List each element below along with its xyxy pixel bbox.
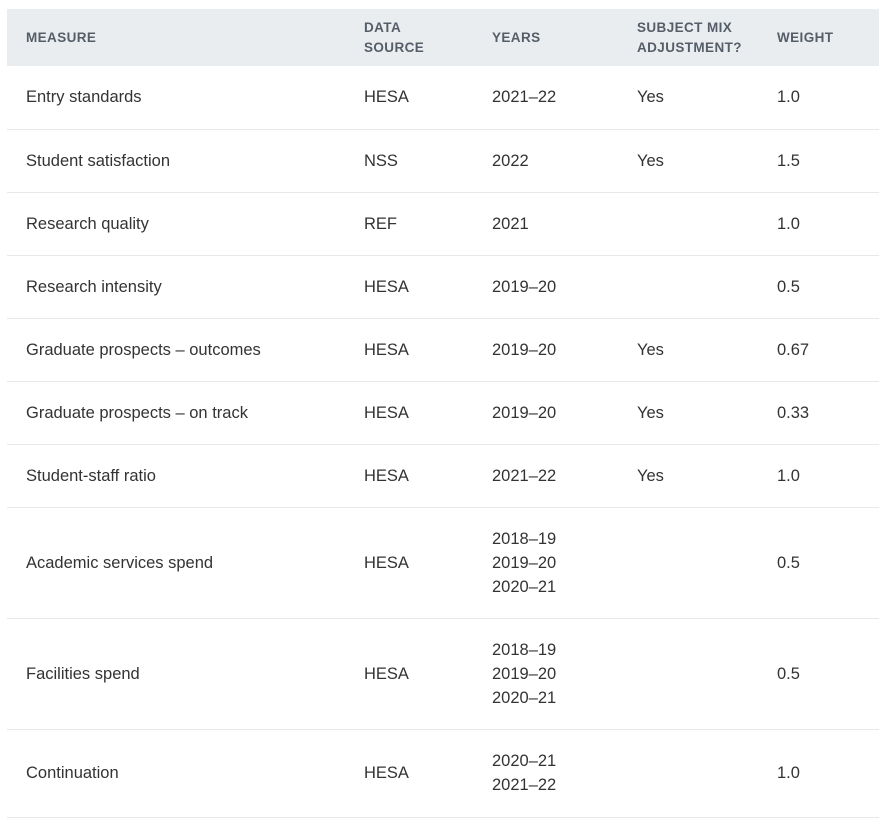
cell-weight: 0.5 (777, 553, 800, 572)
cell-weight: 0.5 (777, 664, 800, 683)
cell-adjustment: Yes (637, 88, 664, 107)
cell-weight: 0.67 (777, 340, 810, 359)
cell-years: 2022 (473, 129, 618, 192)
year-item: 2019–20 (492, 340, 557, 359)
cell-adjustment (618, 255, 758, 318)
cell-years: 2021–22 (473, 444, 618, 507)
cell-years: 2020–21 2021–22 (473, 729, 618, 817)
cell-years: 2021–22 (473, 66, 618, 129)
header-data-source-line1: DATA (364, 19, 402, 35)
cell-adjustment (618, 618, 758, 729)
year-item: 2021 (492, 214, 529, 233)
cell-measure: Facilities spend (26, 664, 140, 683)
cell-weight: 0.5 (777, 277, 800, 296)
cell-years: 2019–20 (473, 381, 618, 444)
table-row: Student-staff ratio HESA 2021–22 Yes 1.0 (7, 444, 879, 507)
cell-adjustment (618, 729, 758, 817)
cell-adjustment: Yes (637, 340, 664, 359)
table-header-row: MEASURE DATA SOURCE YEARS SUBJECT MIX AD… (7, 9, 879, 66)
cell-measure: Student satisfaction (26, 151, 171, 170)
cell-years: 2019–20 (473, 318, 618, 381)
cell-source: HESA (364, 340, 409, 359)
cell-source: HESA (364, 403, 409, 422)
cell-years: 2018–19 2019–20 2020–21 (473, 618, 618, 729)
cell-source: NSS (364, 151, 398, 170)
cell-adjustment: Yes (637, 466, 664, 485)
cell-years: 2018–19 2019–20 2020–21 (473, 507, 618, 618)
table-row: Facilities spend HESA 2018–19 2019–20 20… (7, 618, 879, 729)
table-row: Graduate prospects – outcomes HESA 2019–… (7, 318, 879, 381)
header-measure-label: MEASURE (26, 29, 97, 45)
year-item: 2022 (492, 151, 529, 170)
year-item: 2019–20 (492, 664, 557, 683)
header-subject-mix: SUBJECT MIX ADJUSTMENT? (618, 9, 758, 66)
year-item: 2020–21 (492, 752, 557, 770)
cell-measure: Academic services spend (26, 553, 214, 572)
cell-weight: 1.0 (777, 466, 800, 485)
cell-measure: Continuation (26, 764, 119, 782)
cell-adjustment (618, 192, 758, 255)
table-row: Research quality REF 2021 1.0 (7, 192, 879, 255)
table-row: Continuation HESA 2020–21 2021–22 1.0 (7, 729, 879, 817)
cell-measure: Graduate prospects – outcomes (26, 340, 261, 359)
cell-measure: Research intensity (26, 277, 162, 296)
header-subject-mix-line1: SUBJECT MIX (637, 19, 733, 35)
header-weight-label: WEIGHT (777, 29, 834, 45)
cell-weight: 1.0 (777, 764, 800, 782)
cell-source: HESA (364, 664, 409, 683)
cell-source: HESA (364, 466, 409, 485)
table-row: Student satisfaction NSS 2022 Yes 1.5 (7, 129, 879, 192)
year-item: 2020–21 (492, 577, 557, 596)
year-item: 2021–22 (492, 88, 557, 107)
cell-weight: 1.0 (777, 88, 800, 107)
table-row: Research intensity HESA 2019–20 0.5 (7, 255, 879, 318)
cell-adjustment (618, 507, 758, 618)
header-subject-mix-line2: ADJUSTMENT? (637, 39, 742, 55)
cell-source: REF (364, 214, 397, 233)
measures-table: MEASURE DATA SOURCE YEARS SUBJECT MIX AD… (7, 9, 879, 818)
year-item: 2019–20 (492, 403, 557, 422)
cell-source: HESA (364, 764, 409, 782)
cell-adjustment: Yes (637, 151, 664, 170)
table-row: Entry standards HESA 2021–22 Yes 1.0 (7, 66, 879, 129)
header-data-source-line2: SOURCE (364, 39, 425, 55)
cell-measure: Research quality (26, 214, 149, 233)
cell-measure: Student-staff ratio (26, 466, 156, 485)
cell-weight: 0.33 (777, 403, 810, 422)
header-weight: WEIGHT (758, 9, 879, 66)
cell-source: HESA (364, 277, 409, 296)
cell-measure: Entry standards (26, 88, 142, 107)
cell-years: 2019–20 (473, 255, 618, 318)
header-years: YEARS (473, 9, 618, 66)
table-row: Academic services spend HESA 2018–19 201… (7, 507, 879, 618)
measures-table-container: MEASURE DATA SOURCE YEARS SUBJECT MIX AD… (7, 9, 879, 818)
table-row: Graduate prospects – on track HESA 2019–… (7, 381, 879, 444)
cell-source: HESA (364, 553, 409, 572)
cell-years: 2021 (473, 192, 618, 255)
cell-weight: 1.0 (777, 214, 800, 233)
header-years-label: YEARS (492, 29, 541, 45)
year-item: 2019–20 (492, 277, 557, 296)
cell-source: HESA (364, 88, 409, 107)
year-item: 2021–22 (492, 776, 557, 794)
header-data-source: DATA SOURCE (345, 9, 473, 66)
year-item: 2019–20 (492, 553, 557, 572)
year-item: 2018–19 (492, 640, 557, 659)
header-measure: MEASURE (7, 9, 345, 66)
cell-adjustment: Yes (637, 403, 664, 422)
year-item: 2018–19 (492, 529, 557, 548)
year-item: 2020–21 (492, 688, 557, 707)
cell-weight: 1.5 (777, 151, 800, 170)
year-item: 2021–22 (492, 466, 557, 485)
cell-measure: Graduate prospects – on track (26, 403, 248, 422)
